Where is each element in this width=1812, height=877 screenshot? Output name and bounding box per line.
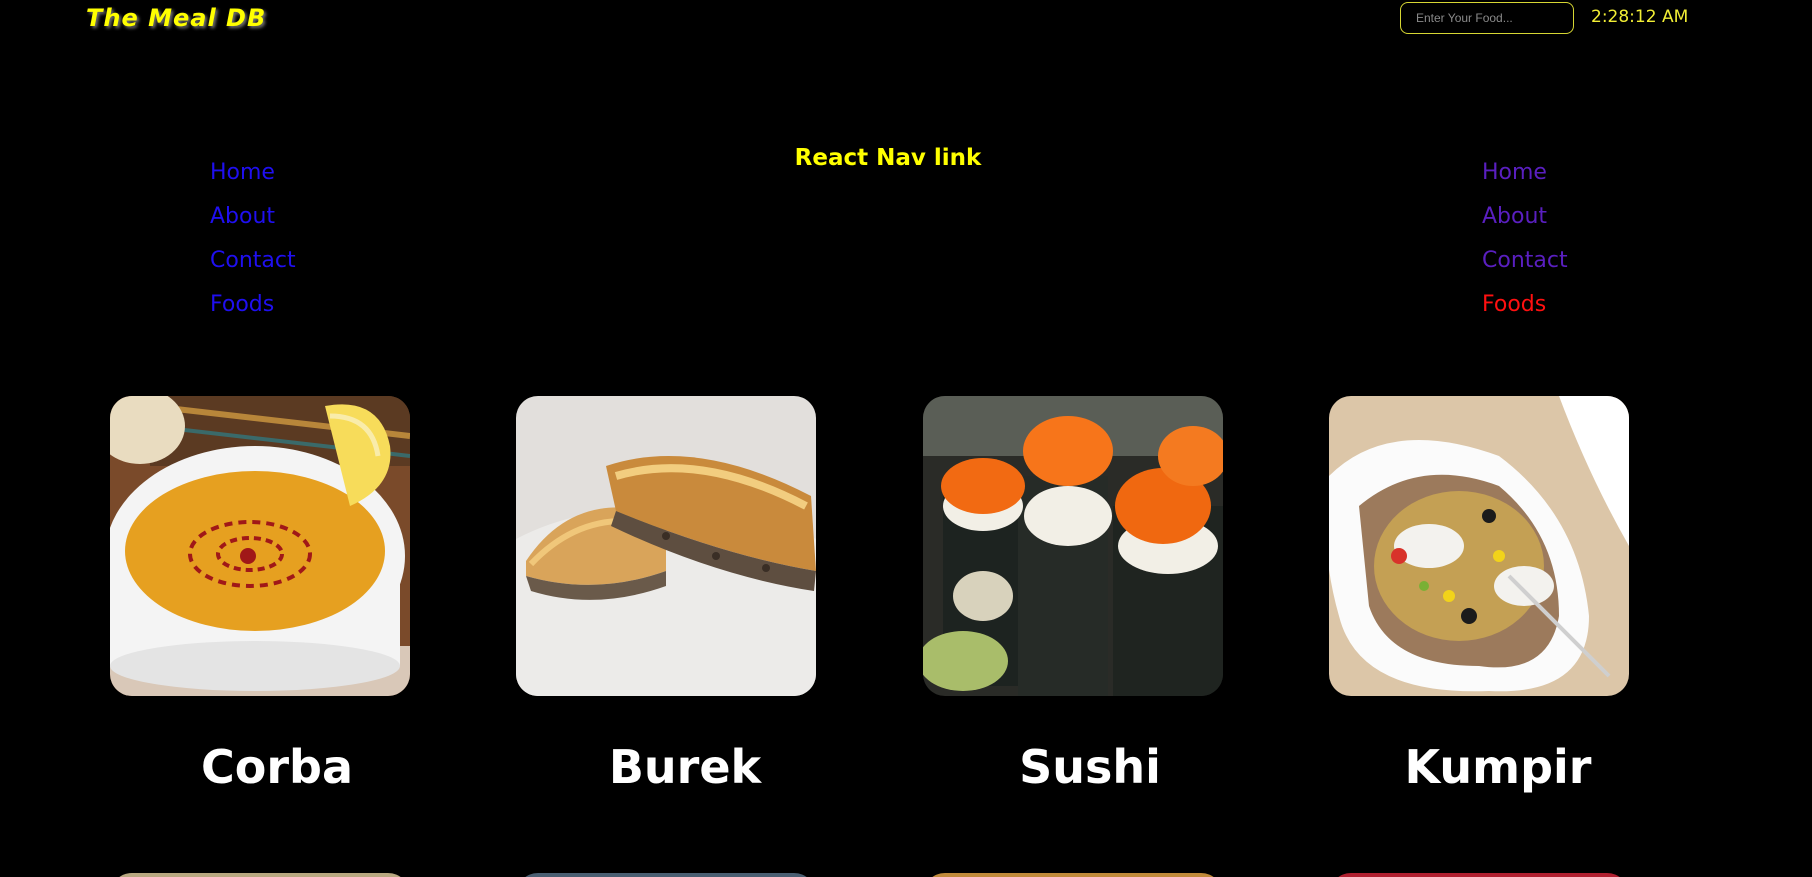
meal-title-burek: Burek [608, 740, 762, 794]
nav-left-contact[interactable]: Contact [210, 248, 296, 273]
sushi-rolls-photo [923, 396, 1223, 696]
meal-title-sushi: Sushi [1019, 740, 1161, 794]
meal-image-next-3[interactable] [923, 873, 1223, 877]
page: The Meal DB 2:28:12 AM React Nav link Ho… [0, 0, 1812, 877]
nav-left-home[interactable]: Home [210, 160, 275, 185]
meal-image-kumpir[interactable] [1329, 396, 1629, 696]
nav-right: Home About Contact Foods [1482, 155, 1568, 331]
search-input[interactable] [1400, 2, 1574, 34]
brand-logo[interactable]: The Meal DB [86, 4, 266, 32]
nav-right-foods[interactable]: Foods [1482, 292, 1546, 317]
clock: 2:28:12 AM [1591, 7, 1689, 27]
nav-left: Home About Contact Foods [210, 155, 296, 331]
meal-image-sushi[interactable] [923, 396, 1223, 696]
meal-title-kumpir: Kumpir [1404, 740, 1592, 794]
nav-right-about[interactable]: About [1482, 204, 1547, 229]
stuffed-potato-photo [1329, 396, 1629, 696]
meal-image-next-1[interactable] [110, 873, 410, 877]
meal-title-corba: Corba [200, 740, 353, 794]
burek-pastry-photo [516, 396, 816, 696]
meal-image-next-4[interactable] [1329, 873, 1629, 877]
nav-left-foods[interactable]: Foods [210, 292, 274, 317]
nav-right-contact[interactable]: Contact [1482, 248, 1568, 273]
nav-right-home[interactable]: Home [1482, 160, 1547, 185]
meal-image-burek[interactable] [516, 396, 816, 696]
meal-image-next-2[interactable] [516, 873, 816, 877]
nav-left-about[interactable]: About [210, 204, 275, 229]
meal-image-corba[interactable] [110, 396, 410, 696]
lentil-soup-photo [110, 396, 410, 696]
